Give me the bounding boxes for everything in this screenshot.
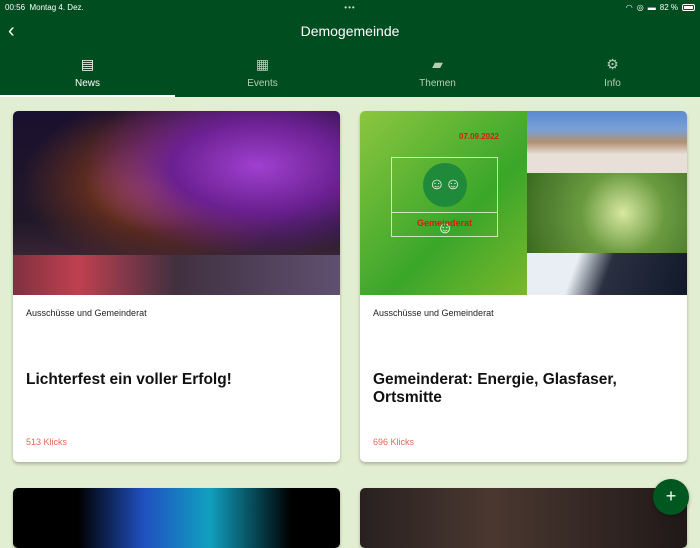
battery-percent: 82 %	[659, 2, 678, 12]
tab-label: Info	[604, 78, 621, 89]
news-title: Gemeinderat: Energie, Glasfaser, Ortsmit…	[373, 371, 617, 406]
news-card[interactable]	[13, 488, 340, 548]
status-bar: 00:56 Montag 4. Dez. ••• ◠ ◎ ▬ 82 %	[0, 0, 700, 14]
multitask-dots[interactable]: •••	[344, 3, 355, 12]
people-icon: ☺☺☺	[423, 163, 467, 237]
status-date: Montag 4. Dez.	[29, 2, 84, 12]
news-title: Lichterfest ein voller Erfolg!	[26, 371, 232, 388]
news-category: Ausschüsse und Gemeinderat	[373, 308, 494, 318]
tab-events[interactable]: ▦ Events	[175, 48, 350, 97]
tab-themen[interactable]: ▰ Themen	[350, 48, 525, 97]
tab-label: Themen	[419, 78, 456, 89]
add-button[interactable]: +	[653, 479, 689, 515]
news-image	[13, 111, 340, 295]
news-image: 07.09.2022 ☺☺☺ Gemeinderat	[360, 111, 687, 295]
gear-icon: ⚙	[606, 56, 619, 72]
article-icon: ▤	[80, 56, 95, 72]
news-card[interactable]: Ausschüsse und Gemeinderat Lichterfest e…	[13, 111, 340, 462]
tab-info[interactable]: ⚙ Info	[525, 48, 700, 97]
tab-label: News	[74, 78, 100, 89]
tab-news[interactable]: ▤ News	[0, 48, 175, 97]
location-icon: ◎	[636, 2, 644, 12]
status-time: 00:56	[5, 2, 26, 12]
page-title: Demogemeinde	[300, 23, 400, 39]
news-clicks: 513 Klicks	[26, 437, 68, 447]
news-clicks: 696 Klicks	[373, 437, 415, 447]
battery-icon	[682, 3, 695, 11]
news-category: Ausschüsse und Gemeinderat	[26, 308, 147, 318]
news-card[interactable]: 07.09.2022 ☺☺☺ Gemeinderat Ausschüsse und…	[360, 111, 687, 462]
calendar-icon: ▦	[255, 56, 270, 72]
news-card[interactable]	[360, 488, 687, 548]
image-label: Gemeinderat	[392, 212, 497, 228]
chevron-left-icon[interactable]: ‹	[8, 20, 15, 43]
car-icon: ▬	[647, 2, 656, 12]
folder-icon: ▰	[432, 56, 443, 72]
tab-label: Events	[247, 78, 278, 89]
tab-bar: ▤ News ▦ Events ▰ Themen ⚙ Info	[0, 48, 700, 97]
image-date: 07.09.2022	[458, 132, 499, 141]
app-header: 00:56 Montag 4. Dez. ••• ◠ ◎ ▬ 82 % ‹ De…	[0, 0, 700, 97]
wifi-icon: ◠	[625, 2, 633, 12]
